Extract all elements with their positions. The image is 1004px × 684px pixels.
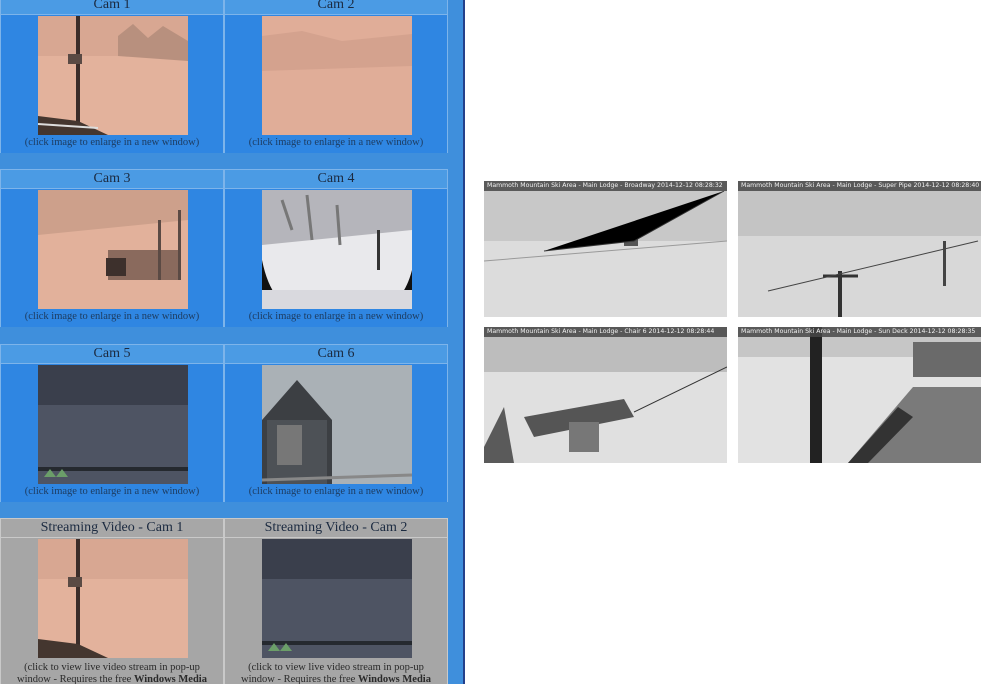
cam-1-caption[interactable]: (click image to enlarge in a new window) [1,137,223,148]
webcam-chair-6[interactable]: Mammoth Mountain Ski Area - Main Lodge -… [484,327,727,463]
cam-3-image[interactable] [38,190,188,309]
cam-3-caption[interactable]: (click image to enlarge in a new window) [1,311,223,322]
cam-3-title: Cam 3 [1,169,223,189]
cam-2-title: Cam 2 [225,0,447,15]
cam-1-cell: Cam 1 (click image to enlarge in a new w… [0,0,224,153]
stream-1-cell: Streaming Video - Cam 1 (click to view l… [0,518,224,684]
cam-4-image[interactable] [262,190,412,309]
webcam-sun-deck[interactable]: Mammoth Mountain Ski Area - Main Lodge -… [738,327,981,463]
cam-5-title: Cam 5 [1,344,223,364]
stream-2-title: Streaming Video - Cam 2 [225,518,447,538]
cam-4-title: Cam 4 [225,169,447,189]
cam-1-image[interactable] [38,16,188,135]
webcam-super-pipe-label: Mammoth Mountain Ski Area - Main Lodge -… [738,181,981,191]
cam-2-caption[interactable]: (click image to enlarge in a new window) [225,137,447,148]
cam-4-caption[interactable]: (click image to enlarge in a new window) [225,311,447,322]
webcam-broadway[interactable]: Mammoth Mountain Ski Area - Main Lodge -… [484,181,727,317]
cam-6-cell: Cam 6 (click image to enlarge in a new w… [224,344,448,502]
cam-5-cell: Cam 5 (click image to enlarge in a new w… [0,344,224,502]
cam-6-caption[interactable]: (click image to enlarge in a new window) [225,486,447,497]
cam-2-cell: Cam 2 (click image to enlarge in a new w… [224,0,448,153]
page: Cam 1 (click image to enlarge in a new w… [0,0,1004,684]
webcam-chair-6-label: Mammoth Mountain Ski Area - Main Lodge -… [484,327,727,337]
stream-1-image[interactable] [38,539,188,658]
cam-5-caption[interactable]: (click image to enlarge in a new window) [1,486,223,497]
stream-1-caption[interactable]: (click to view live video stream in pop-… [1,662,223,684]
webcam-sun-deck-label: Mammoth Mountain Ski Area - Main Lodge -… [738,327,981,337]
webcam-super-pipe[interactable]: Mammoth Mountain Ski Area - Main Lodge -… [738,181,981,317]
cam-2-image[interactable] [262,16,412,135]
stream-2-caption[interactable]: (click to view live video stream in pop-… [225,662,447,684]
stream-1-title: Streaming Video - Cam 1 [1,518,223,538]
cam-3-cell: Cam 3 (click image to enlarge in a new w… [0,169,224,327]
camera-panel: Cam 1 (click image to enlarge in a new w… [0,0,465,684]
cam-5-image[interactable] [38,365,188,484]
stream-2-image[interactable] [262,539,412,658]
stream-2-cell: Streaming Video - Cam 2 (click to view l… [224,518,448,684]
webcam-broadway-label: Mammoth Mountain Ski Area - Main Lodge -… [484,181,727,191]
cam-6-image[interactable] [262,365,412,484]
cam-6-title: Cam 6 [225,344,447,364]
cam-1-title: Cam 1 [1,0,223,15]
cam-4-cell: Cam 4 (click image to enlarge in a new w… [224,169,448,327]
